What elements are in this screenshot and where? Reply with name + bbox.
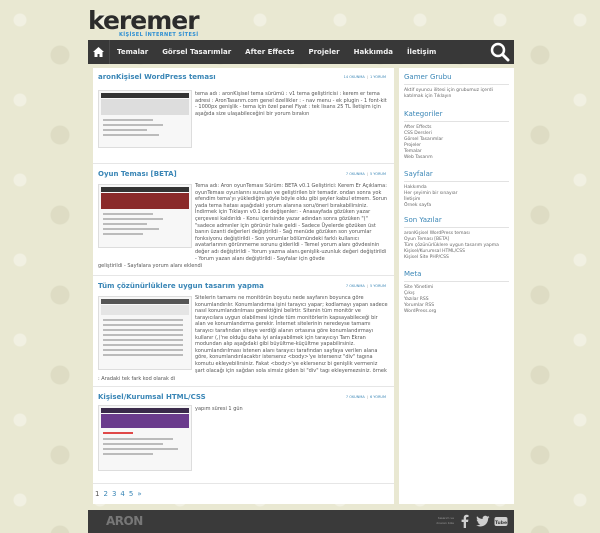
- sidebar-title: Son Yazılar: [404, 216, 509, 228]
- post-title[interactable]: aronKişisel WordPress teması: [98, 73, 216, 81]
- post-excerpt: Sitelerin tamamı ne monitörün boyutu ned…: [195, 295, 388, 374]
- pagination: 1 2 3 4 5 »: [95, 490, 142, 498]
- post-title[interactable]: Kişisel/Kurumsal HTML/CSS: [98, 393, 206, 401]
- home-icon: [93, 47, 104, 57]
- post-thumbnail[interactable]: [98, 184, 192, 248]
- post-excerpt: yapım süresi 1 gün: [195, 406, 243, 412]
- page-link[interactable]: Örnek sayfa: [404, 203, 509, 209]
- logo-title: keremer: [88, 6, 200, 35]
- post-item: Kişisel/Kurumsal HTML/CSS 7 OKUNMA | 6 YOR…: [93, 388, 394, 484]
- sidebar-link[interactable]: katılmak için Tıklayın: [404, 94, 509, 100]
- post-reads: 7 OKUNMA: [345, 284, 365, 288]
- page-link-3[interactable]: 3: [112, 490, 116, 498]
- post-excerpt-tail: : Aradaki tek fark kod olarak di: [98, 376, 176, 382]
- svg-text:Tube: Tube: [495, 520, 507, 526]
- page-link-1[interactable]: 1: [95, 490, 99, 498]
- post-item: aronKişisel WordPress teması 14 OKUNMA | 1…: [93, 68, 394, 164]
- sidebar-meta: Meta Site Yönetimi Çıkış Yazılar RSS Yor…: [404, 270, 509, 315]
- post-meta: 7 OKUNMA | 6 YORUM: [345, 395, 386, 399]
- sidebar-title: Gamer Grubu: [404, 73, 509, 85]
- youtube-icon[interactable]: Tube: [494, 514, 508, 528]
- post-meta: 7 OKUNMA | 5 YORUM: [345, 284, 386, 288]
- post-item: Oyun Teması [BETA] 7 OKUNMA | 5 YORUM Tema…: [93, 165, 394, 276]
- footer-credit-line: öneren bize: [436, 521, 454, 525]
- post-thumbnail[interactable]: [98, 90, 192, 148]
- page-link-5[interactable]: 5: [129, 490, 133, 498]
- nav-item-projeler[interactable]: Projeler: [301, 40, 346, 64]
- post-comments[interactable]: 6 YORUM: [370, 395, 386, 399]
- post-reads: 7 OKUNMA: [345, 395, 365, 399]
- search-icon: [490, 42, 510, 62]
- nav-item-after-effects[interactable]: After Effects: [238, 40, 301, 64]
- post-title[interactable]: Tüm çözünürlüklere uygun tasarım yapma: [98, 282, 264, 290]
- nav-item-hakkimda[interactable]: Hakkımda: [347, 40, 400, 64]
- post-comments[interactable]: 1 YORUM: [370, 75, 386, 79]
- post-thumbnail[interactable]: [98, 405, 192, 471]
- site-footer: ARON tasarım ve öneren bize Tube: [88, 510, 514, 533]
- sidebar-recent-posts: Son Yazılar aronKişisel WordPress teması…: [404, 216, 509, 261]
- search-button[interactable]: [490, 42, 510, 62]
- site-logo[interactable]: keremer KİŞİSEL İNTERNET SİTESİ: [88, 6, 200, 39]
- twitter-icon[interactable]: [476, 514, 490, 528]
- post-excerpt: tema adı : aronKişisel tema sürümü : v1 …: [195, 91, 387, 117]
- sidebar-categories: Kategoriler After Effects CSS Dersleri G…: [404, 110, 509, 161]
- post-thumbnail[interactable]: [98, 296, 192, 370]
- sidebar-title: Sayfalar: [404, 170, 509, 182]
- post-title[interactable]: Oyun Teması [BETA]: [98, 170, 177, 178]
- main-content: aronKişisel WordPress teması 14 OKUNMA | 1…: [93, 68, 394, 504]
- sidebar-title: Meta: [404, 270, 509, 282]
- post-item: Tüm çözünürlüklere uygun tasarım yapma 7…: [93, 277, 394, 387]
- post-reads: 7 OKUNMA: [345, 172, 365, 176]
- facebook-icon[interactable]: [458, 514, 472, 528]
- recent-post-link[interactable]: Kişisel Site PHP/CSS: [404, 255, 509, 261]
- post-meta: 7 OKUNMA | 5 YORUM: [345, 172, 386, 176]
- nav-item-iletisim[interactable]: İletişim: [400, 40, 443, 64]
- page-link-2[interactable]: 2: [103, 490, 107, 498]
- post-excerpt-tail: geliştirildi - Sayfalara yorum alanı ekl…: [98, 263, 203, 269]
- sidebar-pages: Sayfalar Hakkımda Her şeyimin bir sınayı…: [404, 170, 509, 209]
- home-button[interactable]: [88, 40, 110, 64]
- post-reads: 14 OKUNMA: [343, 75, 365, 79]
- sidebar-gamer-group: Gamer Grubu Aktif oyuncu ilitesi için gr…: [404, 73, 509, 100]
- page-link-4[interactable]: 4: [120, 490, 124, 498]
- page-next[interactable]: »: [137, 490, 141, 498]
- nav-item-gorsel-tasarimlar[interactable]: Görsel Tasarımlar: [155, 40, 238, 64]
- post-comments[interactable]: 5 YORUM: [370, 284, 386, 288]
- sidebar-title: Kategoriler: [404, 110, 509, 122]
- footer-credit: tasarım ve öneren bize: [436, 516, 454, 526]
- post-excerpt: Tema adı: Aron oyunTeması Sürüm: BETA v0…: [195, 183, 388, 262]
- post-comments[interactable]: 5 YORUM: [370, 172, 386, 176]
- meta-link[interactable]: WordPress.org: [404, 309, 509, 315]
- footer-logo[interactable]: ARON: [106, 514, 143, 528]
- post-meta: 14 OKUNMA | 1 YORUM: [343, 75, 386, 79]
- main-navigation: Temalar Görsel Tasarımlar After Effects …: [88, 40, 514, 64]
- sidebar: Gamer Grubu Aktif oyuncu ilitesi için gr…: [399, 68, 514, 504]
- category-link[interactable]: Web Tasarım: [404, 155, 509, 161]
- nav-item-temalar[interactable]: Temalar: [110, 40, 155, 64]
